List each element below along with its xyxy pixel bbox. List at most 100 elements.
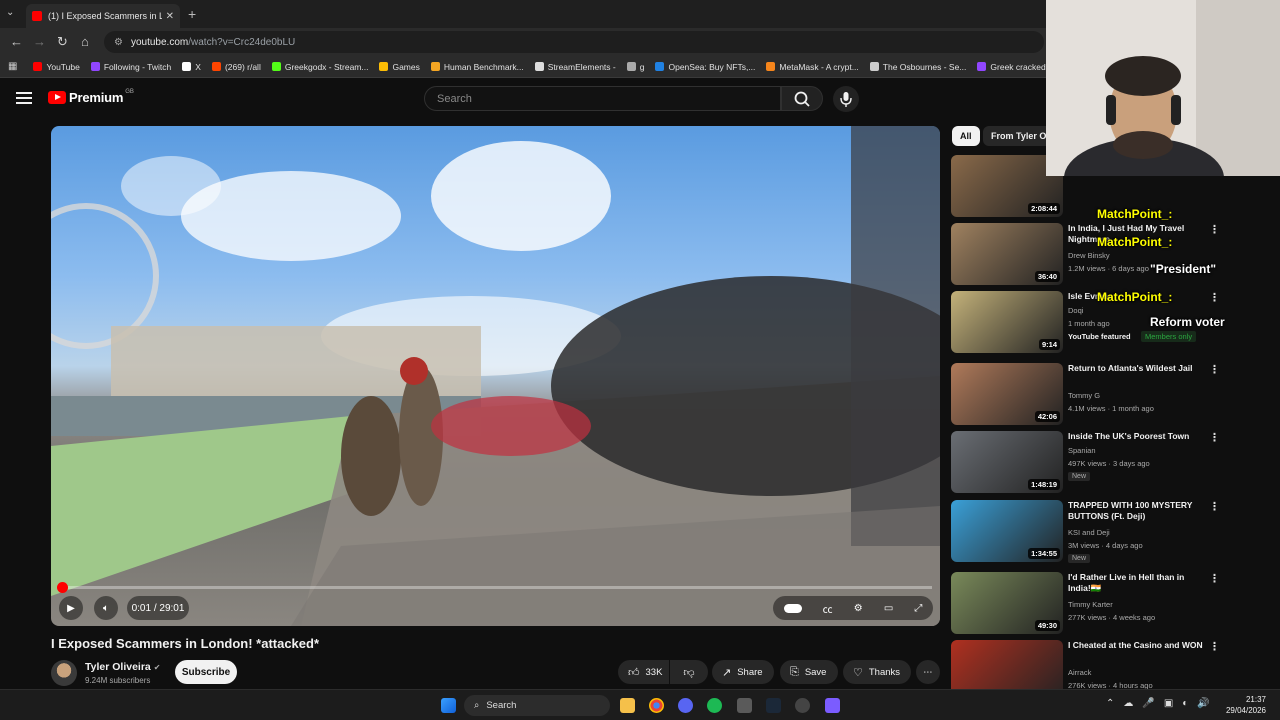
more-actions-button[interactable]: ⋯ xyxy=(916,660,940,684)
app-icon-3[interactable] xyxy=(825,698,840,713)
chrome-icon[interactable] xyxy=(649,698,664,713)
recommended-video[interactable]: 42:06 Return to Atlanta's Wildest Jail Tom… xyxy=(951,363,1251,427)
duration-badge: 9:14 xyxy=(1038,339,1060,350)
address-bar[interactable]: ⚙ youtube.com /watch?v=Crc24de0bLU xyxy=(104,31,1044,53)
search-input[interactable]: Search xyxy=(424,86,781,111)
app-icon[interactable] xyxy=(737,698,752,713)
spotify-icon[interactable] xyxy=(707,698,722,713)
video-thumbnail[interactable]: 1:48:19 xyxy=(951,431,1063,493)
bookmark-item[interactable]: OpenSea: Buy NFTs,... xyxy=(655,62,755,72)
recommended-title[interactable]: I Cheated at the Casino and WON xyxy=(1068,640,1208,651)
bookmark-item[interactable]: YouTube xyxy=(33,62,80,72)
recommended-channel[interactable]: Drew Binsky xyxy=(1068,251,1110,260)
new-tab-icon[interactable]: + xyxy=(188,6,196,22)
video-thumbnail[interactable]: 36:40 xyxy=(951,223,1063,285)
recommended-channel[interactable]: KSI and Deji xyxy=(1068,528,1110,537)
theater-mode-icon[interactable]: ▭ xyxy=(884,603,893,614)
system-tray[interactable]: ⌃☁🎤▣◐🔊 xyxy=(1106,698,1219,709)
steam-icon[interactable] xyxy=(766,698,781,713)
autoplay-toggle[interactable] xyxy=(783,603,802,613)
video-thumbnail[interactable]: 42:06 xyxy=(951,363,1063,425)
bookmark-favicon-icon xyxy=(766,62,776,71)
recommended-title[interactable]: TRAPPED WITH 100 MYSTERY BUTTONS (Ft. De… xyxy=(1068,500,1208,522)
share-label: Share xyxy=(737,666,763,678)
reload-icon[interactable]: ↻ xyxy=(57,34,68,50)
youtube-premium-logo[interactable]: Premium GB xyxy=(48,89,134,105)
channel-avatar[interactable] xyxy=(51,660,77,686)
like-button[interactable]: 👍︎ 33K xyxy=(618,660,669,684)
recommended-channel[interactable]: Timmy Karter xyxy=(1068,600,1113,609)
close-tab-icon[interactable]: ✕ xyxy=(166,11,174,22)
bookmark-label: (269) r/all xyxy=(224,61,261,72)
chip-all[interactable]: All xyxy=(952,126,980,146)
bookmark-favicon-icon xyxy=(977,62,987,71)
app-icon-2[interactable] xyxy=(795,698,810,713)
more-options-icon[interactable]: ⋮ xyxy=(1209,431,1220,444)
video-player[interactable]: ▶ 🔈︎ 0:01 / 29:01 ㏄ ⚙ ▭ ⤢ xyxy=(51,126,940,626)
voice-search-button[interactable] xyxy=(833,86,859,112)
recommended-video[interactable]: 49:30 I'd Rather Live in Hell than in Ind… xyxy=(951,572,1251,636)
apps-grid-icon[interactable]: ▦ xyxy=(8,61,17,72)
discord-icon[interactable] xyxy=(678,698,693,713)
recommended-video[interactable]: 1:34:55 TRAPPED WITH 100 MYSTERY BUTTONS … xyxy=(951,500,1251,564)
hamburger-menu-icon[interactable] xyxy=(16,92,32,104)
search-button[interactable] xyxy=(781,86,823,111)
recommended-channel[interactable]: Tommy G xyxy=(1068,391,1100,400)
bookmark-item[interactable]: Greekgodx - Stream... xyxy=(271,61,369,72)
mute-button[interactable]: 🔈︎ xyxy=(94,596,118,620)
bookmark-item[interactable]: The Osbournes - Se... xyxy=(869,62,966,72)
bookmark-item[interactable]: Following - Twitch xyxy=(90,62,171,72)
taskbar-clock[interactable]: 21:37 29/04/2026 xyxy=(1226,694,1266,716)
progress-scrubber[interactable] xyxy=(56,582,68,593)
more-options-icon[interactable]: ⋮ xyxy=(1209,363,1220,376)
dislike-button[interactable]: 👎︎ xyxy=(670,660,708,684)
subscribe-button[interactable]: Subscribe xyxy=(175,660,237,684)
channel-name[interactable]: Tyler Oliveira ✔ xyxy=(85,661,160,673)
bookmark-item[interactable]: MetaMask - A crypt... xyxy=(766,62,859,72)
fullscreen-icon[interactable]: ⤢ xyxy=(914,603,922,614)
site-info-icon[interactable]: ⚙ xyxy=(114,37,123,48)
bookmark-favicon-icon xyxy=(626,62,636,71)
recommended-title[interactable]: I'd Rather Live in Hell than in India!🇮🇳 xyxy=(1068,572,1208,594)
taskbar-search[interactable]: ⌕ Search xyxy=(464,695,610,716)
file-explorer-icon[interactable] xyxy=(620,698,635,713)
progress-bar[interactable] xyxy=(56,582,932,593)
forward-icon[interactable]: → xyxy=(33,34,46,49)
more-options-icon[interactable]: ⋮ xyxy=(1209,640,1220,653)
recommended-channel[interactable]: Airrack xyxy=(1068,668,1091,677)
video-thumbnail[interactable]: 1:34:55 xyxy=(951,500,1063,562)
video-thumbnail[interactable]: 49:30 xyxy=(951,572,1063,634)
more-options-icon[interactable]: ⋮ xyxy=(1209,223,1220,236)
bookmark-item[interactable]: Human Benchmark... xyxy=(430,62,524,72)
video-thumbnail[interactable]: 9:14 xyxy=(951,291,1063,353)
recommended-title[interactable]: Return to Atlanta's Wildest Jail xyxy=(1068,363,1208,374)
members-only-badge: Members only xyxy=(1141,331,1197,342)
more-options-icon[interactable]: ⋮ xyxy=(1209,572,1220,585)
bookmark-item[interactable]: X xyxy=(182,62,201,72)
play-button[interactable]: ▶ xyxy=(59,596,83,620)
bookmark-item[interactable]: (269) r/all xyxy=(211,61,261,72)
thanks-button[interactable]: ♡ Thanks xyxy=(843,660,911,684)
bookmark-item[interactable]: StreamElements - xyxy=(534,61,616,72)
recommended-channel[interactable]: Doqi xyxy=(1068,306,1083,315)
tab-list-icon[interactable]: ⌄ xyxy=(6,7,20,21)
captions-icon[interactable]: ㏄ xyxy=(823,601,833,616)
more-options-icon[interactable]: ⋮ xyxy=(1209,291,1220,304)
recommended-channel[interactable]: Spanian xyxy=(1068,446,1096,455)
recommended-video[interactable]: 1:48:19 Inside The UK's Poorest Town Spani… xyxy=(951,431,1251,495)
save-button[interactable]: ⎘ Save xyxy=(780,660,838,684)
bookmark-item[interactable]: g xyxy=(626,62,644,72)
recommended-title[interactable]: Inside The UK's Poorest Town xyxy=(1068,431,1208,442)
home-icon[interactable]: ⌂ xyxy=(81,34,89,49)
bookmark-icon: ⎘ xyxy=(790,665,799,678)
browser-tab[interactable]: (1) I Exposed Scammers in London ✕ xyxy=(26,4,180,28)
bookmark-favicon-icon xyxy=(430,62,440,71)
more-options-icon[interactable]: ⋮ xyxy=(1209,500,1220,513)
bookmark-label: StreamElements - xyxy=(547,61,616,72)
settings-gear-icon[interactable]: ⚙ xyxy=(854,603,863,614)
bookmark-label: Greekgodx - Stream... xyxy=(284,61,369,72)
windows-start-icon[interactable] xyxy=(441,698,456,713)
back-icon[interactable]: ← xyxy=(10,34,23,49)
bookmark-item[interactable]: Games xyxy=(379,62,420,72)
share-button[interactable]: ↗ Share xyxy=(712,660,774,684)
